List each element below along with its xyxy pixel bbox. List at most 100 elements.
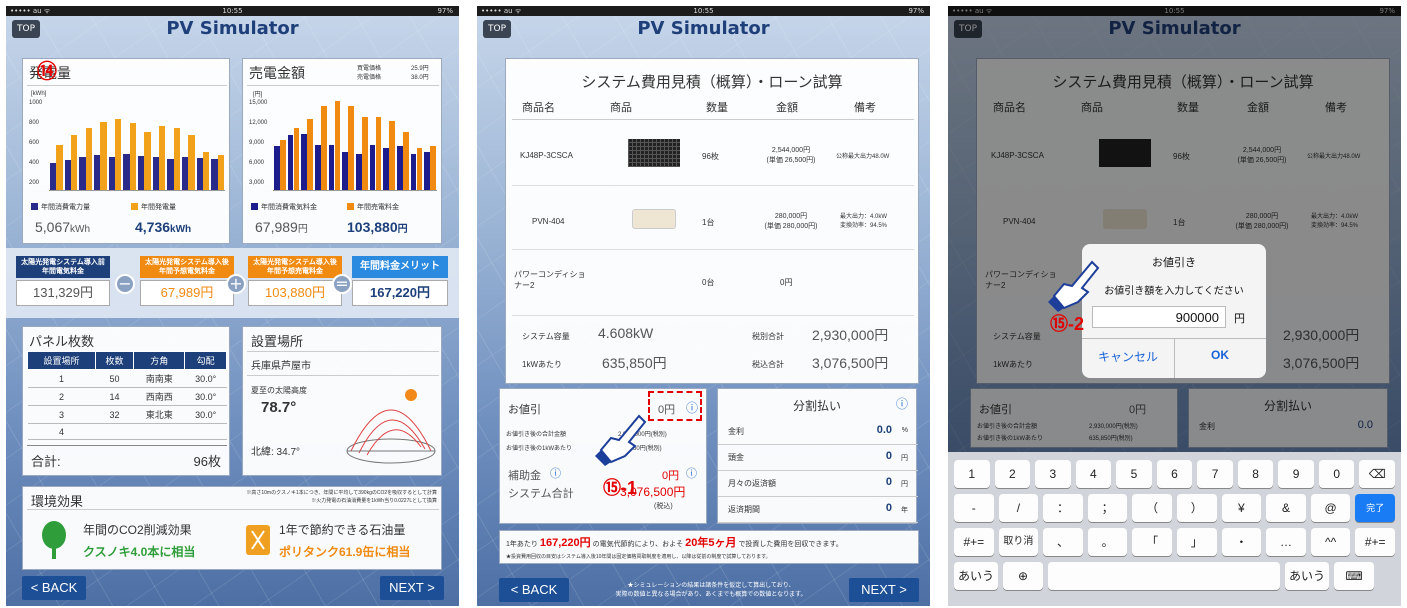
pretax-total-label: 税別合計 — [752, 332, 784, 341]
divider — [27, 85, 227, 86]
app-header: TOP PV Simulator — [6, 16, 459, 42]
dialog-title: お値引き — [1152, 257, 1196, 269]
keyboard-key[interactable]: 3 — [1035, 460, 1071, 488]
gen-bar-b — [85, 128, 92, 190]
row3-amount: 0円 — [780, 278, 793, 287]
panel-cell: 4 — [27, 423, 96, 440]
discount-label[interactable]: お値引 — [508, 401, 541, 417]
subsidy-info-icon-2[interactable]: ⓘ — [686, 465, 697, 481]
keyboard-key[interactable]: 「 — [1132, 528, 1172, 556]
sales-tick: 12,000 — [249, 120, 268, 126]
keyboard-key[interactable]: ⌨ — [1334, 562, 1374, 590]
keyboard-key[interactable]: ⌫ — [1359, 460, 1395, 488]
keyboard-key[interactable]: 2 — [994, 460, 1031, 488]
sun-altitude-label: 夏至の太陽高度 — [251, 386, 307, 395]
ipad-screen-1: ••••• au ᯤ 10:55 97% TOP PV Simulator 発電量 … — [6, 6, 459, 606]
location-value: 兵庫県芦屋市 — [251, 361, 311, 372]
panel-cell: 1 — [27, 369, 96, 388]
row2-name: PVN-404 — [532, 217, 565, 226]
keyboard-key[interactable]: & — [1266, 494, 1306, 522]
keyboard-key[interactable]: 5 — [1116, 460, 1152, 488]
keyboard-key[interactable]: 。 — [1087, 528, 1128, 556]
keyboard-key[interactable]: 」 — [1177, 528, 1217, 556]
panel-cell: 3 — [27, 405, 96, 424]
keyboard-key[interactable]: @ — [1310, 494, 1351, 522]
merit-after-label: 太陽光発電システム導入後 年間予想電気料金 — [140, 256, 234, 278]
keyboard-key[interactable]: 6 — [1156, 460, 1193, 488]
keyboard-key[interactable]: ： — [1043, 494, 1083, 522]
panel-cell: 14 — [95, 387, 134, 406]
keyboard-key[interactable]: ¥ — [1221, 494, 1262, 522]
keyboard-key[interactable]: 4 — [1075, 460, 1112, 488]
keyboard-key[interactable]: 完了 — [1355, 494, 1395, 522]
table-row: 2 14 西南西 30.0° — [27, 387, 227, 406]
sales-title: 売電金額 — [249, 65, 305, 81]
oil-tank-icon — [246, 525, 270, 555]
panel-cell: 30.0° — [184, 405, 227, 424]
panel-cell — [184, 423, 227, 440]
per-kw-label: 1kWあたり — [522, 360, 562, 369]
sales-unit: [円] — [253, 92, 263, 98]
sales-tick: 6,000 — [249, 160, 265, 166]
sales-bill-value: 67,989円 — [255, 219, 308, 235]
keyboard-key[interactable]: 8 — [1237, 460, 1274, 488]
keyboard-key[interactable]: … — [1266, 528, 1306, 556]
next-button[interactable]: NEXT > — [849, 578, 919, 602]
discount-input[interactable]: 900000 — [1092, 306, 1226, 328]
environment-note-1: ※高さ10mのクスノキ1本につき、年間に平均して390kgのCO2を吸収するとし… — [246, 490, 437, 496]
legend-swatch-generation — [131, 203, 138, 210]
keyboard-key[interactable]: #+= — [954, 528, 994, 556]
ok-button[interactable]: OK — [1174, 348, 1266, 362]
keyboard-key[interactable]: あいう — [954, 562, 998, 590]
merit-before-value: 131,329円 — [16, 280, 110, 306]
installment-row[interactable]: 金利 0.0% — [718, 419, 918, 445]
system-total-label: システム合計 — [508, 488, 574, 500]
keyboard-key[interactable]: #+= — [1355, 528, 1395, 556]
sales-bar-chart — [273, 99, 437, 191]
panel-cell: 30.0° — [184, 369, 227, 388]
disclaimer: ★シミュレーションの結果は諸条件を仮定して算出しており、 実際の数値と異なる場合… — [615, 583, 807, 598]
installment-row[interactable]: 頭金 0 円 — [718, 445, 918, 471]
keyboard-key[interactable]: ・ — [1221, 528, 1262, 556]
keyboard-key[interactable]: 9 — [1278, 460, 1314, 488]
cancel-button[interactable]: キャンセル — [1082, 348, 1174, 365]
subsidy-value[interactable]: 0円 — [662, 467, 679, 483]
keyboard-key[interactable]: ） — [1177, 494, 1217, 522]
installment-value: 0 — [885, 502, 892, 514]
installment-row[interactable]: 返済期間 0 年 — [718, 497, 918, 523]
next-button[interactable]: NEXT > — [380, 576, 444, 600]
keyboard-key[interactable]: 、 — [1043, 528, 1083, 556]
back-button[interactable]: < BACK — [499, 578, 569, 602]
step-marker-15-2: ⑮-2 — [1050, 314, 1085, 334]
installment-unit: 円 — [901, 481, 908, 488]
sale-bar-b — [279, 139, 286, 190]
sales-tick: 9,000 — [249, 140, 265, 146]
keyboard-key[interactable]: 7 — [1197, 460, 1233, 488]
installment-value: 0 — [885, 450, 892, 462]
sale-bar-b — [416, 148, 423, 190]
installment-row[interactable]: 月々の返済額 0 円 — [718, 471, 918, 497]
subsidy-info-icon[interactable]: ⓘ — [550, 465, 561, 481]
sun-path-diagram — [346, 389, 436, 464]
panel-estimate: ••••• au ᯤ 10:55 97% TOP PV Simulator システム… — [471, 0, 936, 608]
keyboard-key[interactable]: 0 — [1318, 460, 1355, 488]
back-button[interactable]: < BACK — [22, 576, 86, 600]
gen-bar-b — [129, 122, 136, 190]
keyboard-key[interactable] — [1048, 562, 1280, 590]
installment-info-icon[interactable]: ⓘ — [896, 395, 908, 412]
keyboard-key[interactable]: 取り消す — [998, 528, 1039, 575]
discount-unit: 円 — [1234, 313, 1245, 325]
keyboard-key[interactable]: ^^ — [1310, 528, 1351, 556]
gen-bar-b — [173, 128, 180, 190]
keyboard-key[interactable]: ⊕ — [1003, 562, 1043, 590]
keyboard-key[interactable]: あいう — [1285, 562, 1329, 590]
keyboard-key[interactable]: ； — [1087, 494, 1128, 522]
sale-bar-b — [334, 100, 341, 190]
keyboard-key[interactable]: （ — [1132, 494, 1172, 522]
keyboard-key[interactable]: 1 — [954, 460, 990, 488]
equals-icon: = — [332, 274, 352, 294]
gen-bar-b — [188, 135, 195, 190]
keyboard-key[interactable]: - — [954, 494, 994, 522]
keyboard-key[interactable]: / — [998, 494, 1039, 522]
panel-cell: 30.0° — [184, 387, 227, 406]
